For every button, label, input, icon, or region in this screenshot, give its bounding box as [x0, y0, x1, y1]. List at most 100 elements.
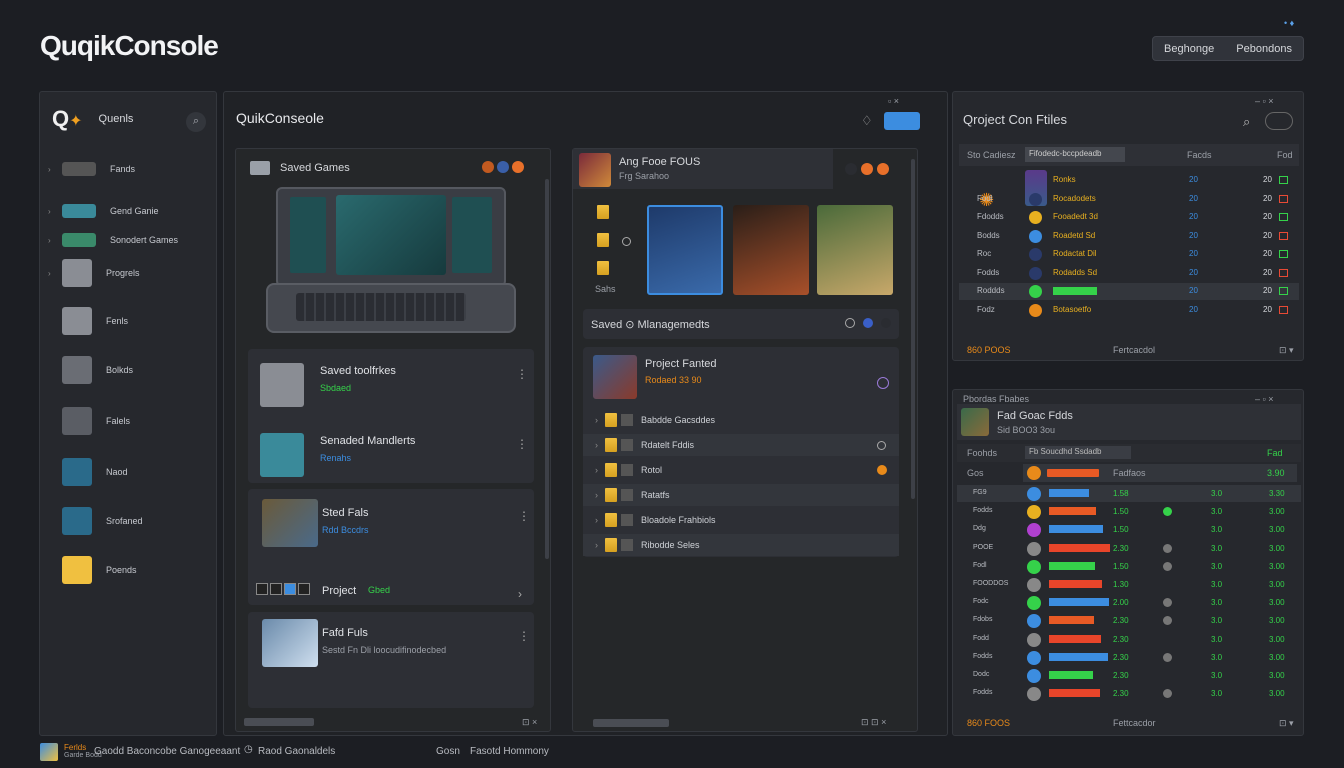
radio-icon[interactable]	[622, 237, 631, 246]
table-row[interactable]: POOE 2.30 3.0 3.00	[957, 540, 1301, 557]
chevron-right-icon[interactable]: ›	[48, 269, 58, 278]
more-menu-icon[interactable]: ⋮	[516, 367, 528, 381]
mgmt-icon-a[interactable]	[845, 318, 855, 328]
gd-controls[interactable]: – ▫ ×	[1255, 394, 1273, 404]
tree-row[interactable]: › Bloadole Frahbiols	[583, 509, 899, 531]
table-row[interactable]: Dodc 2.30 3.0 3.00	[957, 667, 1301, 684]
top-button-1[interactable]: Beghonge	[1164, 43, 1214, 55]
table-row[interactable]: Ronks 20 20	[959, 172, 1299, 189]
chevron-right-icon[interactable]: ›	[48, 207, 58, 216]
sidebar-item[interactable]: Bolkds	[48, 356, 208, 384]
sidebar-item[interactable]: Falels	[48, 407, 208, 435]
saved-games-footer-icons[interactable]: ⊡ ×	[522, 717, 537, 728]
game-thumbnail-3[interactable]	[817, 205, 893, 295]
settings-toggle[interactable]	[1265, 112, 1293, 130]
mid-icon-c[interactable]	[877, 163, 889, 175]
mgmt-icon-b[interactable]	[863, 318, 873, 328]
status-icon-b[interactable]	[497, 161, 509, 173]
statusbar-item4[interactable]: Gosn	[436, 746, 460, 757]
table-row[interactable]: Fdobs 2.30 3.0 3.00	[957, 612, 1301, 629]
game-thumbnail-2[interactable]	[733, 205, 809, 295]
table-row[interactable]: Fodds 2.30 3.0 3.00	[957, 685, 1301, 702]
table-row[interactable]: FG9 1.58 3.0 3.30	[957, 485, 1301, 502]
more-menu-icon[interactable]: ⋮	[516, 437, 528, 451]
tree-row[interactable]: › Ribodde Seles	[583, 534, 899, 556]
list-item[interactable]: Sted Fals Rdd Bccdrs ⋮	[256, 499, 532, 555]
middle-footer-bar[interactable]	[593, 719, 669, 727]
sidebar-item[interactable]: Fenls	[48, 307, 208, 335]
table-row[interactable]: Bodds Roadetd Sd 20 20	[959, 228, 1299, 245]
main-window-controls[interactable]: ▫ ×	[888, 96, 899, 106]
sidebar-item[interactable]: › Fands	[48, 158, 208, 180]
folder-icon[interactable]	[597, 261, 609, 275]
toggle-button[interactable]	[884, 112, 920, 130]
table-row[interactable]: Fodds Rodadds Sd 20 20	[959, 265, 1299, 282]
table-row[interactable]: Fodds 1.50 3.0 3.00	[957, 503, 1301, 520]
list-item[interactable]: Project Gbed ›	[256, 577, 532, 601]
table-row[interactable]: Fodl Rocadodets 20 20	[959, 191, 1299, 208]
table-row[interactable]: Fodc 2.00 3.0 3.00	[957, 594, 1301, 611]
list-item[interactable]: Fafd Fuls Sestd Fn Dli loocudifinodecbed ⋮	[256, 619, 532, 675]
chevron-right-icon[interactable]: ›	[595, 415, 605, 425]
info-icon[interactable]	[877, 440, 886, 450]
warning-icon[interactable]	[877, 465, 887, 475]
sidebar-item[interactable]: › Sonodert Games	[48, 229, 208, 251]
more-menu-icon[interactable]: ⋮	[518, 629, 530, 643]
statusbar-item2[interactable]: Gaodd Baconcobe Ganogeeaant	[94, 746, 240, 757]
status-icon-c[interactable]	[512, 161, 524, 173]
middle-footer-icons[interactable]: ⊡ ⊡ ×	[861, 717, 886, 728]
rb-footer-icons[interactable]: ⊡ ▾	[1279, 718, 1294, 729]
more-menu-icon[interactable]: ⋮	[518, 509, 530, 523]
tree-row[interactable]: › Rdatelt Fddis	[583, 434, 899, 456]
search-icon[interactable]: ⌕	[1243, 114, 1250, 130]
bell-icon[interactable]: ♢	[861, 113, 873, 129]
tree-row[interactable]: › Babdde Gacsddes	[583, 409, 899, 431]
chevron-right-icon[interactable]: ›	[595, 465, 605, 475]
project-menu-icon[interactable]	[877, 377, 889, 389]
rt-footer-icons[interactable]: ⊡ ▾	[1279, 345, 1294, 356]
statusbar-app-icon[interactable]	[40, 743, 58, 761]
top-button-2[interactable]: Pebondons	[1236, 43, 1292, 55]
saved-games-footer-bar[interactable]	[244, 718, 314, 726]
middle-scrollbar[interactable]	[911, 159, 915, 499]
table-row[interactable]: Ddg 1.50 3.0 3.00	[957, 521, 1301, 538]
project-files-controls[interactable]: – ▫ ×	[1255, 96, 1273, 106]
table-row[interactable]: FOODDOS 1.30 3.0 3.00	[957, 576, 1301, 593]
chevron-right-icon[interactable]: ›	[595, 515, 605, 525]
tree-row[interactable]: › Ratatfs	[583, 484, 899, 506]
chevron-right-icon[interactable]: ›	[595, 440, 605, 450]
tree-row[interactable]: › Rotol	[583, 459, 899, 481]
sidebar-item[interactable]: › Gend Ganie	[48, 200, 208, 222]
table-row[interactable]: Fodz Botasoetfo 20 20	[959, 302, 1299, 319]
sidebar-item[interactable]: Poends	[48, 556, 208, 584]
table-row[interactable]: Roddds 20 20	[959, 283, 1299, 300]
sidebar-item[interactable]: Srofaned	[48, 507, 208, 535]
game-thumbnail-1[interactable]	[647, 205, 723, 295]
table-row[interactable]: Fdodds Fooadedt 3d 20 20	[959, 209, 1299, 226]
sidebar-item[interactable]: › Progrels	[48, 259, 208, 287]
saved-games-scrollbar[interactable]	[545, 179, 549, 559]
mid-icon-a[interactable]	[845, 163, 857, 175]
sidebar-search-icon[interactable]: ⌕	[186, 112, 206, 132]
table-row[interactable]: Fodd 2.30 3.0 3.00	[957, 631, 1301, 648]
table-row[interactable]: Fodl 1.50 3.0 3.00	[957, 558, 1301, 575]
folder-icon[interactable]	[597, 205, 609, 219]
search-input[interactable]: Fifodedc-bccpdeadb	[1025, 147, 1125, 162]
table-row[interactable]: Fodds 2.30 3.0 3.00	[957, 649, 1301, 666]
gd-filter-input[interactable]: Fb Soucdhd Ssdadb	[1025, 446, 1131, 459]
chevron-right-icon[interactable]: ›	[48, 165, 58, 174]
chevron-right-icon[interactable]: ›	[595, 490, 605, 500]
statusbar-item5[interactable]: Fasotd Hommony	[470, 746, 549, 757]
folder-icon[interactable]	[597, 233, 609, 247]
more-menu-icon[interactable]: ›	[518, 587, 522, 601]
chevron-right-icon[interactable]: ›	[48, 236, 58, 245]
sidebar-item[interactable]: Naod	[48, 458, 208, 486]
mid-icon-b[interactable]	[861, 163, 873, 175]
table-row[interactable]: Roc Rodactat Dil 20 20	[959, 246, 1299, 263]
list-item[interactable]: Saved toolfrkes Sbdaed ⋮	[254, 357, 530, 413]
mgmt-icon-c[interactable]	[881, 318, 891, 328]
statusbar-item3[interactable]: Raod Gaonaldels	[258, 746, 335, 757]
statusbar-item1[interactable]: Ferlds	[64, 743, 86, 752]
list-item[interactable]: Senaded Mandlerts Renahs ⋮	[254, 427, 530, 483]
status-icon-a[interactable]	[482, 161, 494, 173]
